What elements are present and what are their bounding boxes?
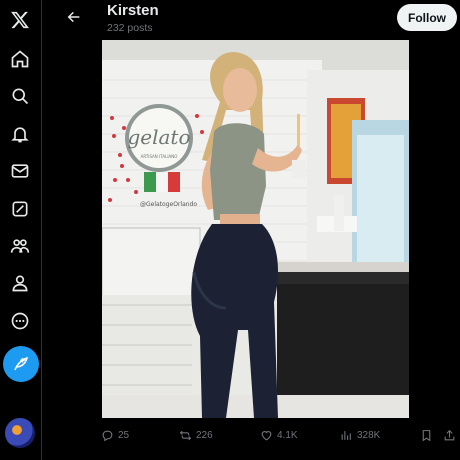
follow-button[interactable]: Follow — [397, 4, 457, 31]
photo-sign-text: gelato — [127, 125, 190, 149]
explore-icon[interactable] — [5, 81, 35, 111]
compose-icon — [14, 356, 29, 371]
bookmark-button[interactable] — [420, 424, 433, 446]
repost-icon — [179, 430, 192, 440]
compose-button[interactable] — [3, 346, 39, 382]
photo-image: gelato ARTISAN ITALIANO @GelatogeOrlando — [102, 40, 409, 418]
post-photo[interactable]: gelato ARTISAN ITALIANO @GelatogeOrlando — [102, 40, 409, 418]
post-actions: 25 226 4.1K 328K — [97, 424, 460, 446]
heart-icon — [261, 430, 272, 440]
more-icon[interactable] — [5, 306, 35, 336]
like-button[interactable]: 4.1K — [260, 424, 298, 446]
messages-icon[interactable] — [5, 156, 35, 186]
repost-button[interactable]: 226 — [179, 424, 213, 446]
bookmark-icon — [422, 429, 431, 441]
posts-count: 232 posts — [107, 22, 153, 34]
back-button[interactable] — [61, 4, 87, 30]
arrow-left-icon — [67, 11, 80, 23]
share-button[interactable] — [443, 424, 456, 446]
profile-name: Kirsten — [107, 2, 159, 19]
nav-rail — [0, 0, 42, 460]
communities-icon[interactable] — [5, 231, 35, 261]
notifications-icon[interactable] — [5, 119, 35, 149]
views-count: 328K — [357, 429, 381, 441]
profile-header: Kirsten 232 posts Follow — [55, 0, 460, 40]
home-icon[interactable] — [5, 44, 35, 74]
profile-icon[interactable] — [5, 268, 35, 298]
share-icon — [444, 429, 455, 440]
views-button[interactable]: 328K — [340, 424, 380, 446]
account-avatar[interactable] — [5, 418, 35, 448]
reply-button[interactable]: 25 — [101, 424, 129, 446]
views-icon — [341, 430, 351, 440]
like-count: 4.1K — [277, 429, 298, 441]
app: Kirsten 232 posts Follow gelato ARTISAN … — [0, 0, 460, 460]
reply-count: 25 — [118, 429, 130, 441]
reply-icon — [102, 430, 113, 441]
repost-count: 226 — [196, 429, 213, 441]
x-logo-icon[interactable] — [5, 5, 35, 35]
grok-icon[interactable] — [5, 194, 35, 224]
photo-sign-subtext: ARTISAN ITALIANO — [141, 154, 178, 159]
photo-handle-text: @GelatogeOrlando — [140, 201, 197, 208]
